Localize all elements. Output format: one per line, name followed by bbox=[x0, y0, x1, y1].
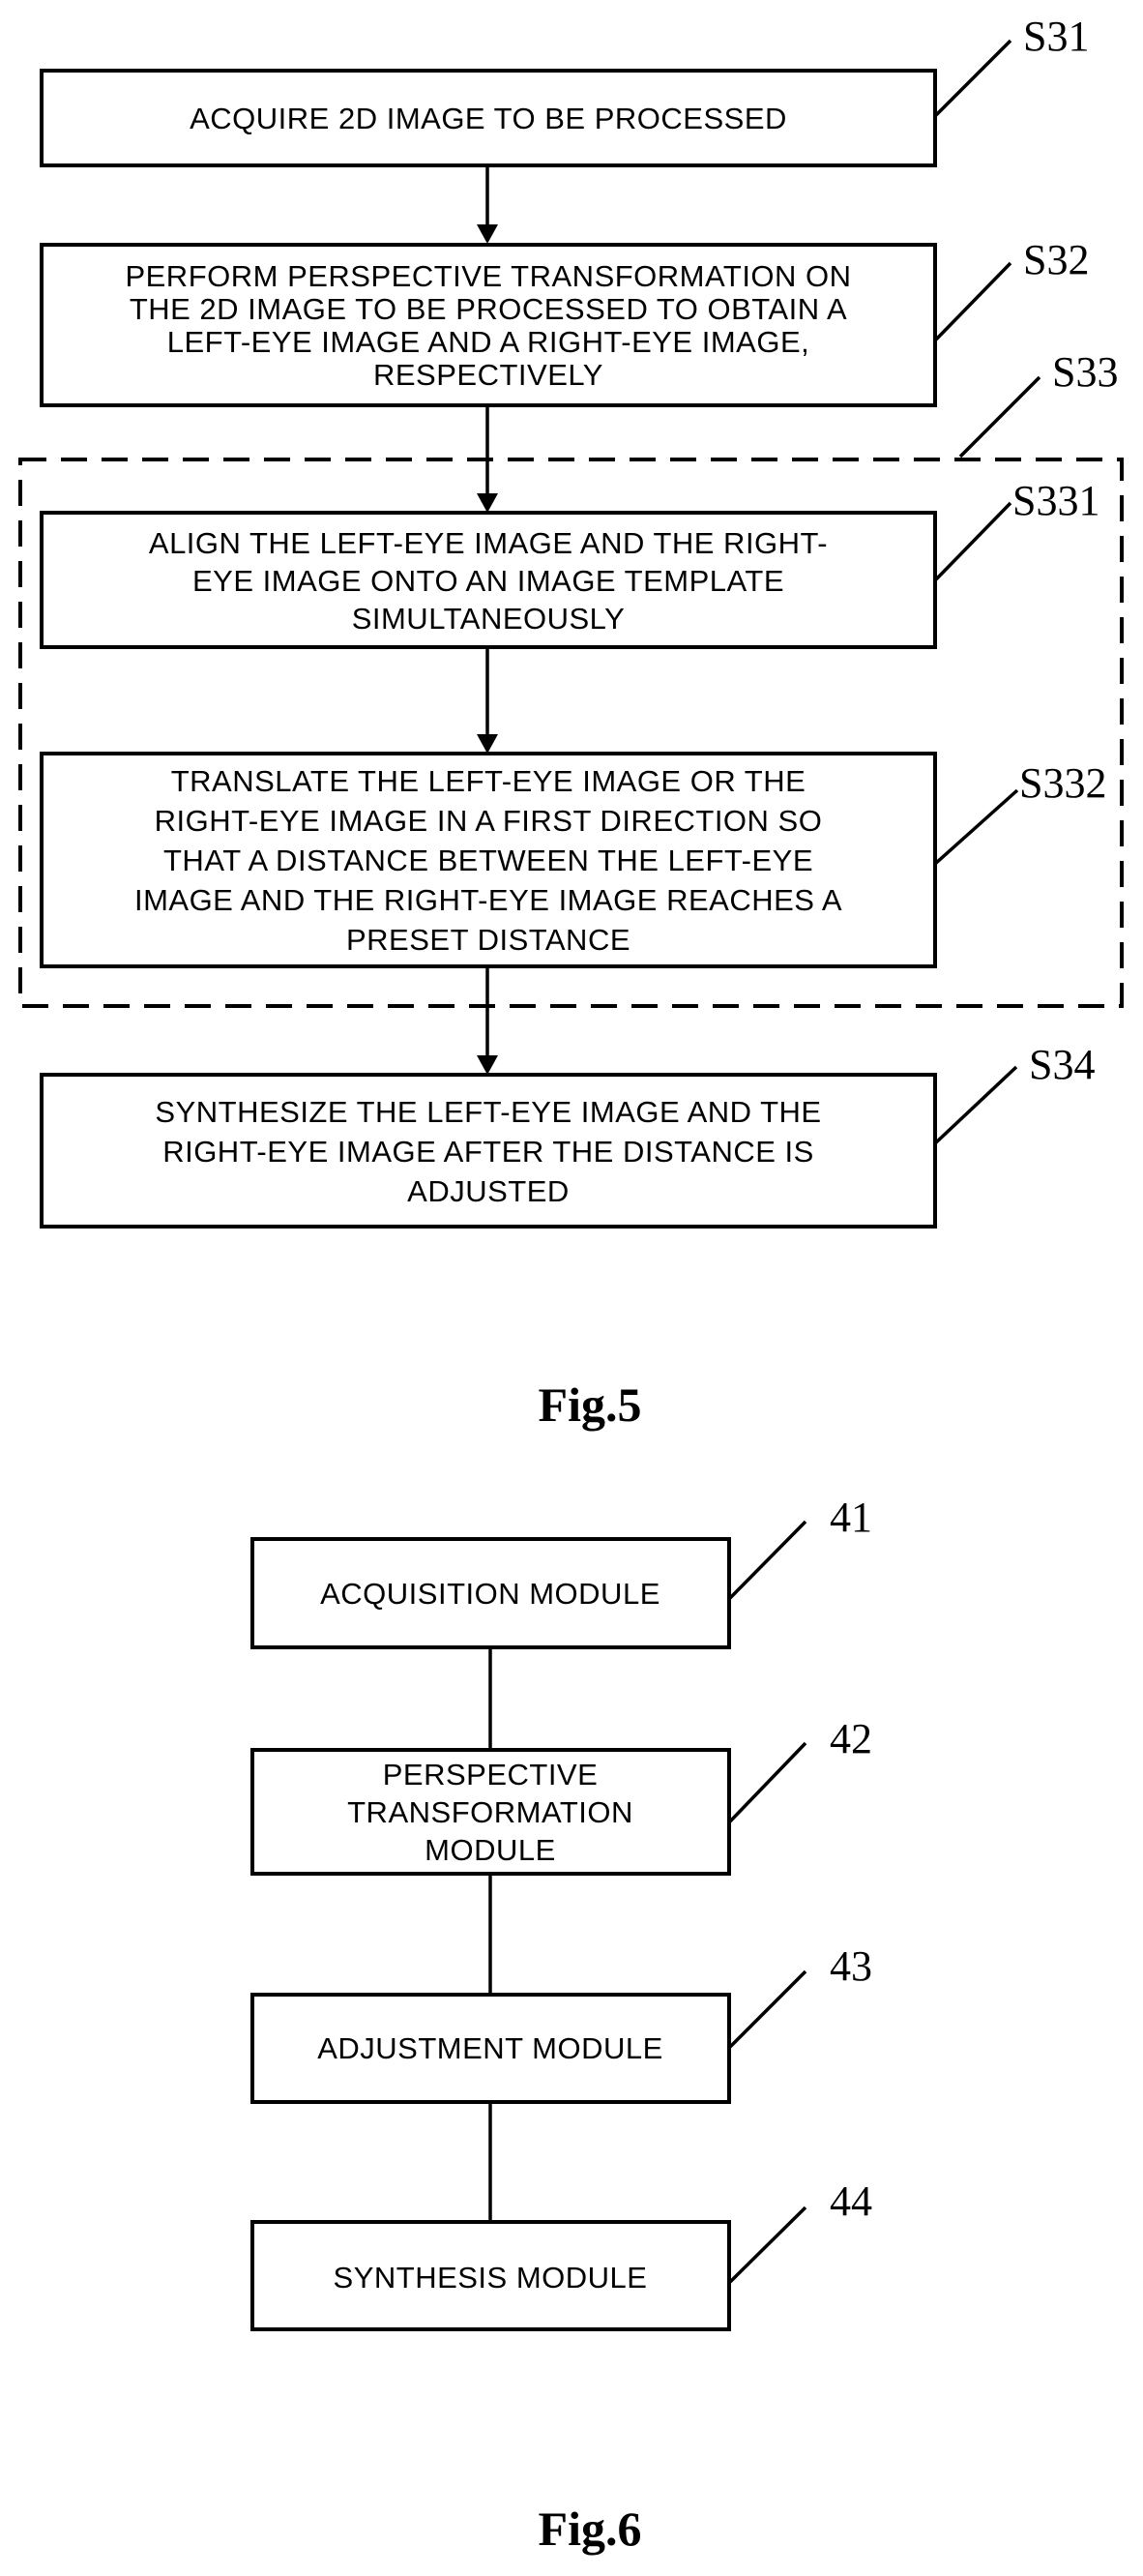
step-ref-label: S331 bbox=[1012, 477, 1099, 524]
step-text: ACQUIRE 2D IMAGE TO BE PROCESSED bbox=[190, 102, 787, 135]
module-44: SYNTHESIS MODULE 44 bbox=[250, 2177, 872, 2331]
text-line: MODULE bbox=[425, 1833, 556, 1867]
text-line: THE 2D IMAGE TO BE PROCESSED TO OBTAIN A bbox=[130, 292, 847, 326]
figure-5: ACQUIRE 2D IMAGE TO BE PROCESSED S31 PER… bbox=[18, 13, 1124, 1432]
text-line: ADJUSTED bbox=[407, 1174, 570, 1208]
text-line: EYE IMAGE ONTO AN IMAGE TEMPLATE bbox=[192, 564, 784, 598]
leader-line bbox=[933, 788, 1019, 866]
text-line: THAT A DISTANCE BETWEEN THE LEFT-EYE bbox=[163, 844, 813, 877]
text-line: PERFORM PERSPECTIVE TRANSFORMATION ON bbox=[125, 259, 851, 293]
arrowhead-s332 bbox=[477, 734, 498, 754]
leader-line bbox=[933, 501, 1012, 582]
module-ref-label: 42 bbox=[830, 1715, 872, 1762]
text-line: PERSPECTIVE bbox=[383, 1758, 599, 1791]
module-43: ADJUSTMENT MODULE 43 bbox=[250, 1942, 872, 2104]
figure-5-caption: Fig.5 bbox=[539, 1377, 642, 1432]
leader-line bbox=[727, 2206, 807, 2285]
module-text: SYNTHESIS MODULE bbox=[334, 2261, 648, 2295]
step-ref-label: S32 bbox=[1023, 236, 1089, 283]
module-ref-label: 44 bbox=[830, 2177, 872, 2225]
module-41: ACQUISITION MODULE 41 bbox=[250, 1494, 872, 1649]
text-line: RESPECTIVELY bbox=[373, 358, 603, 392]
step-group-s33-label: S33 bbox=[958, 348, 1118, 459]
leader-line bbox=[727, 1741, 807, 1824]
step-s34: SYNTHESIZE THE LEFT-EYE IMAGE AND THE RIG… bbox=[40, 1041, 1095, 1229]
module-ref-label: 43 bbox=[830, 1942, 872, 1990]
step-ref-label: S332 bbox=[1019, 759, 1106, 807]
text-line: TRANSFORMATION bbox=[347, 1795, 633, 1829]
module-42: PERSPECTIVE TRANSFORMATION MODULE 42 bbox=[250, 1715, 872, 1876]
leader-line bbox=[933, 1065, 1018, 1145]
module-text: ACQUISITION MODULE bbox=[320, 1577, 660, 1611]
text-line: ACQUISITION MODULE bbox=[320, 1577, 660, 1611]
figure-6: ACQUISITION MODULE 41 PERSPECTIVE TRANSFO… bbox=[250, 1494, 872, 2556]
leader-line bbox=[727, 1969, 807, 2050]
step-ref-label: S34 bbox=[1029, 1041, 1095, 1088]
step-s31: ACQUIRE 2D IMAGE TO BE PROCESSED S31 bbox=[40, 13, 1089, 167]
module-text: ADJUSTMENT MODULE bbox=[317, 2031, 663, 2065]
leader-line bbox=[958, 375, 1041, 459]
arrowhead-s34 bbox=[477, 1055, 498, 1075]
text-line: IMAGE AND THE RIGHT-EYE IMAGE REACHES A bbox=[134, 883, 842, 917]
text-line: LEFT-EYE IMAGE AND A RIGHT-EYE IMAGE, bbox=[167, 325, 810, 359]
text-line: ACQUIRE 2D IMAGE TO BE PROCESSED bbox=[190, 102, 787, 135]
module-ref-label: 41 bbox=[830, 1494, 872, 1541]
step-ref-label: S31 bbox=[1023, 13, 1089, 60]
text-line: ADJUSTMENT MODULE bbox=[317, 2031, 663, 2065]
patent-figures-canvas: ACQUIRE 2D IMAGE TO BE PROCESSED S31 PER… bbox=[18, 13, 1124, 2556]
group-ref-label: S33 bbox=[1052, 348, 1118, 396]
leader-line bbox=[727, 1520, 807, 1601]
arrowhead-s32 bbox=[477, 224, 498, 244]
leader-line bbox=[933, 39, 1012, 118]
text-line: ALIGN THE LEFT-EYE IMAGE AND THE RIGHT- bbox=[149, 526, 828, 560]
step-s332: TRANSLATE THE LEFT-EYE IMAGE OR THE RIGHT… bbox=[40, 752, 1106, 968]
text-line: PRESET DISTANCE bbox=[346, 923, 630, 957]
text-line: RIGHT-EYE IMAGE AFTER THE DISTANCE IS bbox=[162, 1135, 814, 1169]
text-line: TRANSLATE THE LEFT-EYE IMAGE OR THE bbox=[171, 764, 806, 798]
text-line: SYNTHESIS MODULE bbox=[334, 2261, 648, 2295]
text-line: SYNTHESIZE THE LEFT-EYE IMAGE AND THE bbox=[155, 1095, 821, 1129]
figure-6-caption: Fig.6 bbox=[539, 2502, 642, 2556]
step-s32: PERFORM PERSPECTIVE TRANSFORMATION ON THE… bbox=[40, 236, 1089, 407]
arrowhead-s331 bbox=[477, 493, 498, 513]
leader-line bbox=[933, 261, 1012, 342]
text-line: SIMULTANEOUSLY bbox=[352, 602, 626, 636]
text-line: RIGHT-EYE IMAGE IN A FIRST DIRECTION SO bbox=[155, 804, 823, 838]
step-s331: ALIGN THE LEFT-EYE IMAGE AND THE RIGHT- E… bbox=[40, 477, 1099, 649]
